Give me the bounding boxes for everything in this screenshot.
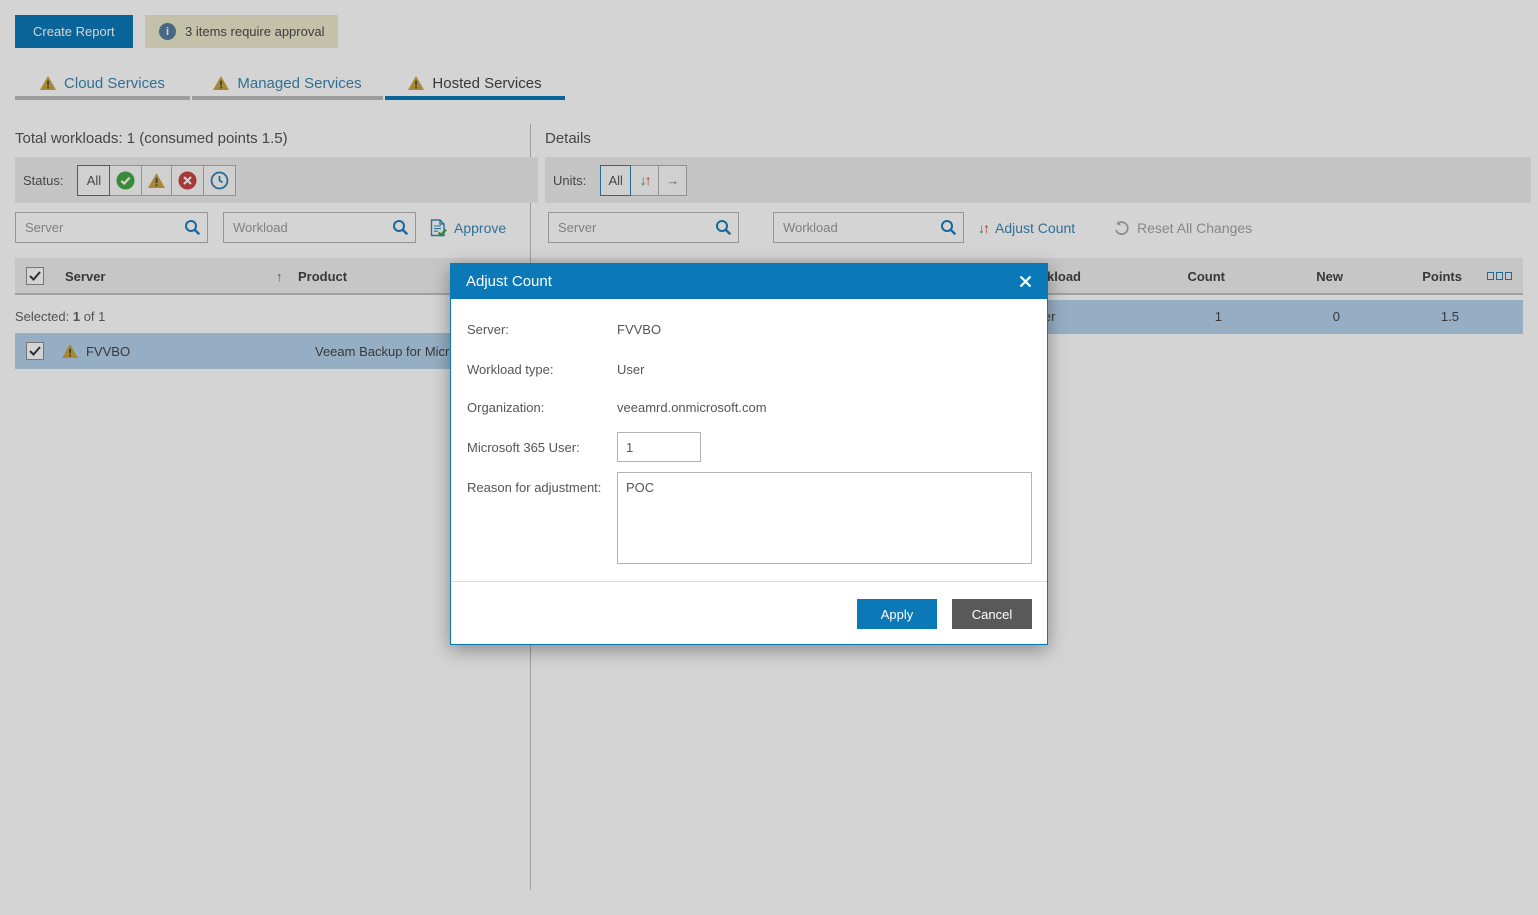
workload-type-field-label: Workload type: [467, 362, 553, 377]
server-field-value: FVVBO [617, 322, 661, 337]
apply-button[interactable]: Apply [857, 599, 937, 629]
workload-type-field-value: User [617, 362, 644, 377]
dialog-header: Adjust Count [451, 264, 1047, 299]
adjust-count-dialog: Adjust Count Server: FVVBO Workload type… [450, 263, 1048, 645]
dialog-title: Adjust Count [466, 273, 552, 290]
dialog-footer-separator [451, 581, 1047, 582]
reason-field-label: Reason for adjustment: [467, 480, 601, 495]
count-field-label: Microsoft 365 User: [467, 440, 580, 455]
count-input[interactable] [617, 432, 701, 462]
server-field-label: Server: [467, 322, 509, 337]
reason-textarea[interactable]: POC [617, 472, 1032, 564]
close-icon[interactable] [1019, 275, 1032, 288]
organization-field-label: Organization: [467, 400, 544, 415]
cancel-button[interactable]: Cancel [952, 599, 1032, 629]
licensing-usage-page: Create Report i 3 items require approval… [0, 0, 1538, 915]
organization-field-value: veeamrd.onmicrosoft.com [617, 400, 767, 415]
